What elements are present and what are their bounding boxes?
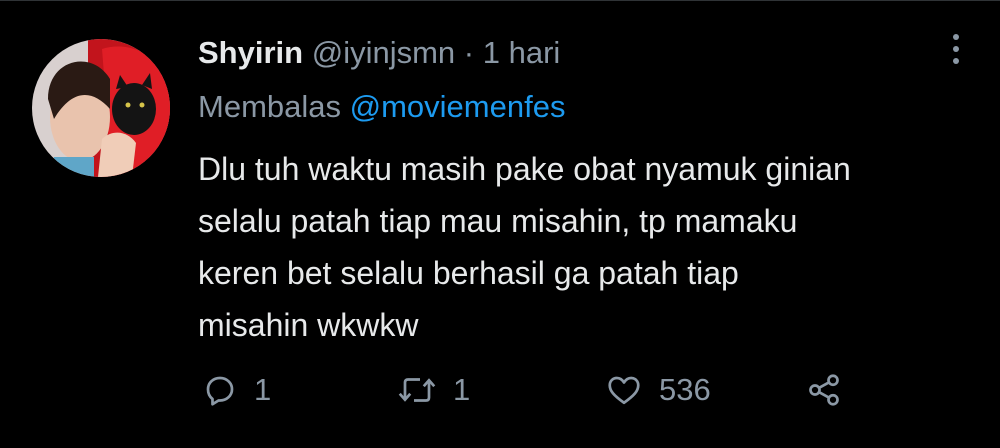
avatar[interactable] (32, 39, 170, 177)
tweet-text: Dlu tuh waktu masih pake obat nyamuk gin… (198, 143, 988, 351)
retweet-icon (398, 378, 436, 402)
tweet-card[interactable]: Shyirin @iyinjsmn · 1 hari Membalas @mov… (0, 0, 1000, 448)
replying-to: Membalas @moviemenfes (198, 87, 565, 127)
tweet-timestamp[interactable]: 1 hari (483, 35, 561, 70)
share-icon (809, 374, 839, 406)
author-name[interactable]: Shyirin (198, 35, 303, 70)
tweet-text-line: Dlu tuh waktu masih pake obat nyamuk gin… (198, 151, 851, 187)
more-vertical-icon (953, 34, 959, 64)
replying-to-label: Membalas (198, 89, 341, 124)
avatar-photo-icon (32, 39, 170, 177)
heart-icon (608, 376, 640, 405)
author-handle[interactable]: @iyinjsmn (312, 35, 455, 70)
tweet-text-line: keren bet selalu berhasil ga patah tiap (198, 255, 739, 291)
replying-to-link[interactable]: @moviemenfes (350, 89, 566, 124)
tweet-text-line: selalu patah tiap mau misahin, tp mamaku (198, 203, 798, 239)
tweet-text-line: misahin wkwkw (198, 307, 419, 343)
reply-icon (206, 376, 234, 406)
reply-count: 1 (254, 372, 272, 407)
tweet-header: Shyirin @iyinjsmn · 1 hari (198, 33, 560, 73)
reply-button[interactable]: 1 (202, 367, 271, 413)
like-count: 536 (659, 372, 711, 407)
retweet-button[interactable]: 1 (397, 367, 470, 413)
retweet-count: 1 (453, 372, 471, 407)
more-options-button[interactable] (944, 31, 968, 71)
header-separator: · (463, 35, 475, 70)
share-button[interactable] (805, 367, 843, 413)
like-button[interactable]: 536 (605, 367, 711, 413)
